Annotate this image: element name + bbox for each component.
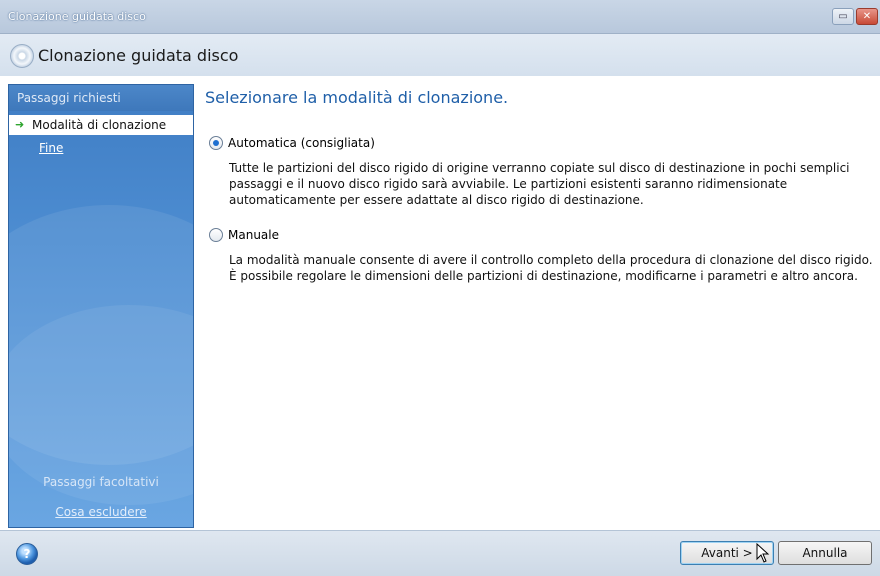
close-button[interactable]: ✕ — [856, 8, 878, 25]
close-icon: ✕ — [862, 11, 872, 22]
option-automatic-description: Tutte le partizioni del disco rigido di … — [229, 161, 850, 207]
wizard-footer: ? Avanti > Annulla — [0, 530, 880, 576]
wizard-sidebar: Passaggi richiesti ➜ Modalità di clonazi… — [8, 84, 194, 528]
required-steps-heading: Passaggi richiesti — [9, 85, 193, 111]
wizard-header-title: Clonazione guidata disco — [38, 46, 239, 65]
minimize-button[interactable]: ▭ — [832, 8, 854, 25]
optional-steps-heading: Passaggi facoltativi — [43, 475, 159, 489]
minimize-icon: ▭ — [838, 11, 848, 22]
option-automatic[interactable]: Automatica (consigliata) — [209, 136, 375, 150]
option-automatic-label[interactable]: Automatica (consigliata) — [228, 136, 375, 150]
option-manual-label[interactable]: Manuale — [228, 228, 279, 242]
mouse-cursor-icon — [756, 543, 770, 563]
arrow-right-icon: ➜ — [15, 118, 25, 131]
cancel-button[interactable]: Annulla — [778, 541, 872, 565]
radio-automatic[interactable] — [209, 136, 223, 150]
title-bar: Clonazione guidata disco ▭ ✕ — [0, 0, 880, 34]
sidebar-step-exclude[interactable]: Cosa escludere — [9, 505, 193, 519]
disc-icon — [10, 44, 34, 68]
wizard-header: Clonazione guidata disco — [0, 34, 880, 76]
sidebar-step-clone-mode[interactable]: ➜ Modalità di clonazione — [9, 115, 193, 135]
window-title: Clonazione guidata disco — [8, 10, 146, 23]
wizard-main: Selezionare la modalità di clonazione. A… — [205, 84, 875, 528]
help-icon[interactable]: ? — [16, 543, 38, 565]
sidebar-step-label: Modalità di clonazione — [32, 118, 167, 132]
radio-manual[interactable] — [209, 228, 223, 242]
page-title: Selezionare la modalità di clonazione. — [205, 88, 509, 107]
sidebar-step-finish[interactable]: Fine — [39, 141, 63, 155]
option-manual-description: La modalità manuale consente di avere il… — [229, 253, 873, 283]
option-manual[interactable]: Manuale — [209, 228, 279, 242]
